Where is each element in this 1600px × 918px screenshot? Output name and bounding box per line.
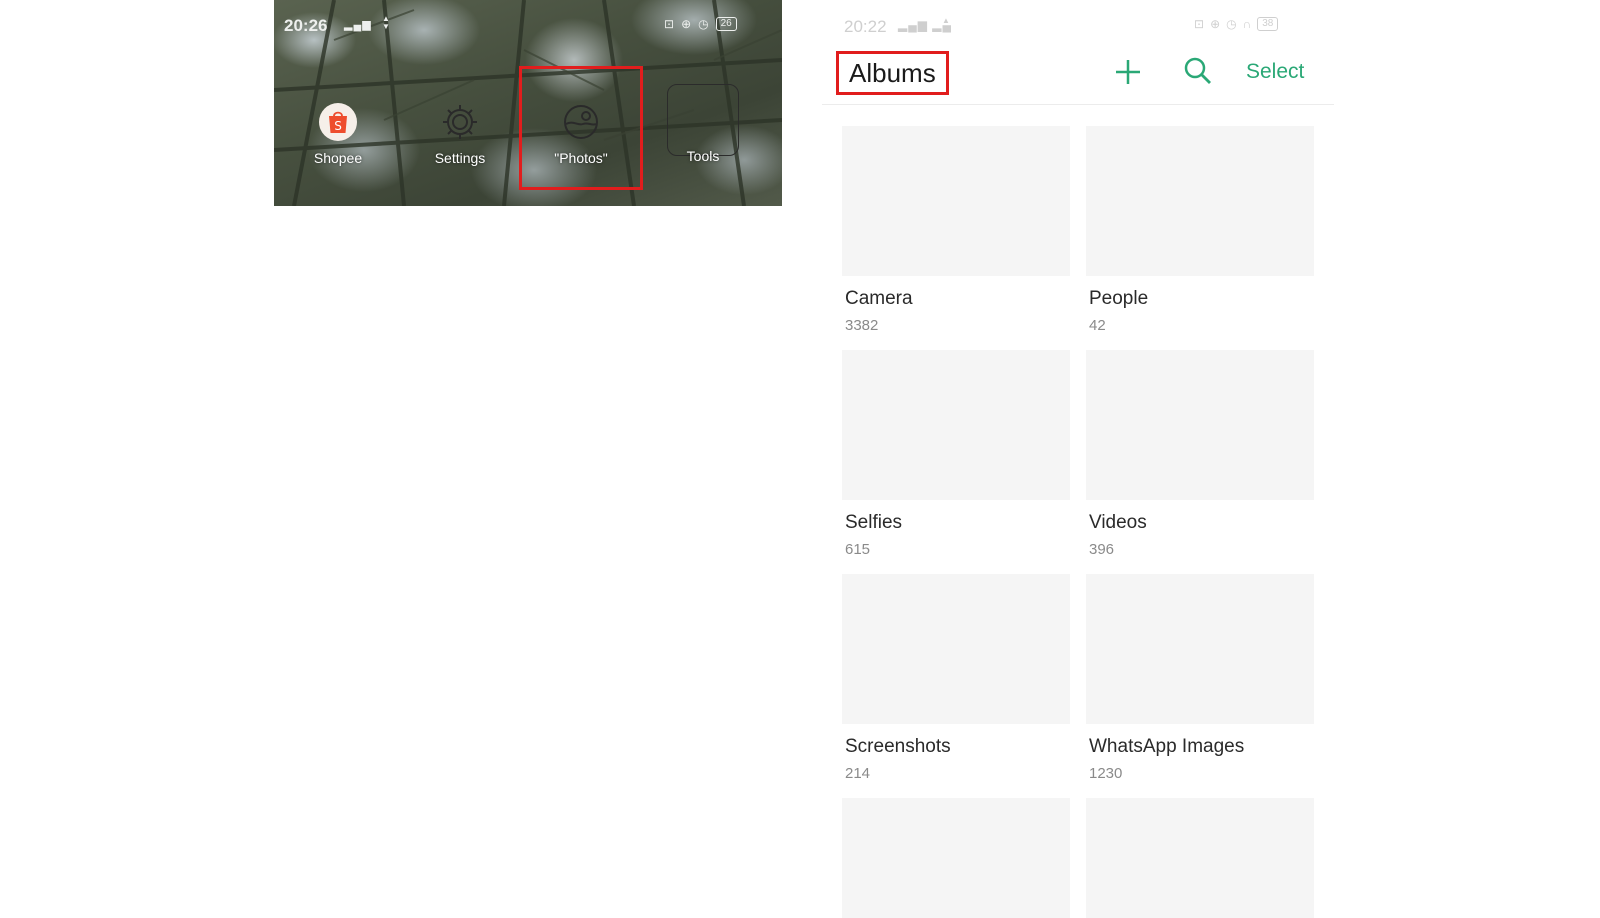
album-thumbnail: [1086, 574, 1314, 724]
app-tools-label: Tools: [686, 148, 720, 164]
title-highlight-box: Albums: [836, 51, 949, 95]
gear-icon: [443, 105, 477, 139]
lock-rotation-icon: ⊕: [1210, 17, 1221, 31]
home-status-bar: 20:26 ▂▄▆ ▲ ▼ ⊡ ⊕ ◷ 26: [274, 0, 782, 52]
album-count: 1230: [1089, 765, 1123, 782]
battery-level: 26: [720, 18, 732, 29]
app-settings[interactable]: Settings: [410, 100, 510, 166]
albums-status-icons: ⊡ ⊕ ◷ ∩ 38: [1194, 17, 1279, 31]
album-count: 42: [1089, 317, 1106, 334]
album-name: Camera: [845, 288, 913, 309]
app-shopee[interactable]: S Shopee: [288, 100, 388, 166]
network-speed-icon: ▲ ▼: [382, 14, 390, 31]
album-thumbnail: [842, 350, 1070, 500]
album-partial-left[interactable]: [842, 798, 1070, 918]
album-screenshots[interactable]: Screenshots 214: [842, 574, 1070, 782]
app-shopee-label: Shopee: [313, 150, 363, 166]
album-count: 214: [845, 765, 871, 782]
album-thumbnail: [842, 574, 1070, 724]
album-whatsapp-images[interactable]: WhatsApp Images 1230: [1086, 574, 1314, 782]
svg-text:S: S: [334, 119, 342, 133]
network-speed-icon: ▲ ▼: [942, 16, 950, 33]
alarm-icon: ◷: [1226, 17, 1237, 31]
lock-rotation-icon: ⊕: [681, 17, 692, 31]
album-name: WhatsApp Images: [1089, 736, 1245, 757]
album-partial-right[interactable]: [1086, 798, 1314, 918]
album-name: People: [1089, 288, 1149, 309]
app-settings-label: Settings: [434, 150, 486, 166]
album-videos[interactable]: Videos 396: [1086, 350, 1314, 558]
album-name: Screenshots: [845, 736, 951, 757]
battery-icon: 38: [1257, 17, 1279, 31]
album-selfies[interactable]: Selfies 615: [842, 350, 1070, 558]
album-thumbnail: [842, 126, 1070, 276]
battery-level: 38: [1262, 18, 1274, 29]
headphones-icon: ∩: [1242, 17, 1252, 31]
home-status-time: 20:26: [284, 16, 328, 35]
app-tools[interactable]: Tools: [653, 100, 753, 164]
album-count: 396: [1089, 541, 1115, 558]
album-count: 3382: [845, 317, 879, 334]
albums-screen: 20:22 ▂▄▆ ▂▄ ▲ ▼ ⊡ ⊕ ◷ ∩ 38 Albums Select…: [822, 0, 1334, 918]
battery-icon: 26: [715, 17, 737, 31]
album-thumbnail: [1086, 350, 1314, 500]
album-thumbnail: [1086, 798, 1314, 918]
signal-icon: ▂▄▆: [344, 19, 372, 31]
alarm-icon: ◷: [698, 17, 709, 31]
home-screen: 20:26 ▂▄▆ ▲ ▼ ⊡ ⊕ ◷ 26 S Shopee Settings…: [274, 0, 782, 206]
album-name: Selfies: [845, 512, 903, 533]
vibrate-icon: ⊡: [664, 17, 675, 31]
albums-status-bar: 20:22 ▂▄▆ ▂▄ ▲ ▼ ⊡ ⊕ ◷ ∩ 38: [822, 0, 1334, 48]
vibrate-icon: ⊡: [1194, 17, 1205, 31]
album-camera[interactable]: Camera 3382: [842, 126, 1070, 334]
page-title: Albums: [849, 57, 936, 88]
shopee-icon: S: [319, 103, 357, 141]
home-status-icons: ⊡ ⊕ ◷ 26: [664, 17, 737, 31]
albums-header: Albums Select: [822, 48, 1334, 105]
album-name: Videos: [1089, 512, 1147, 533]
album-thumbnail: [842, 798, 1070, 918]
album-thumbnail: [1086, 126, 1314, 276]
photos-highlight-box: [519, 66, 643, 190]
album-people[interactable]: People 42: [1086, 126, 1314, 334]
albums-status-time: 20:22: [844, 17, 887, 36]
add-icon[interactable]: [1112, 56, 1144, 88]
album-count: 615: [845, 541, 871, 558]
search-icon[interactable]: [1182, 55, 1214, 87]
select-button[interactable]: Select: [1246, 60, 1304, 84]
